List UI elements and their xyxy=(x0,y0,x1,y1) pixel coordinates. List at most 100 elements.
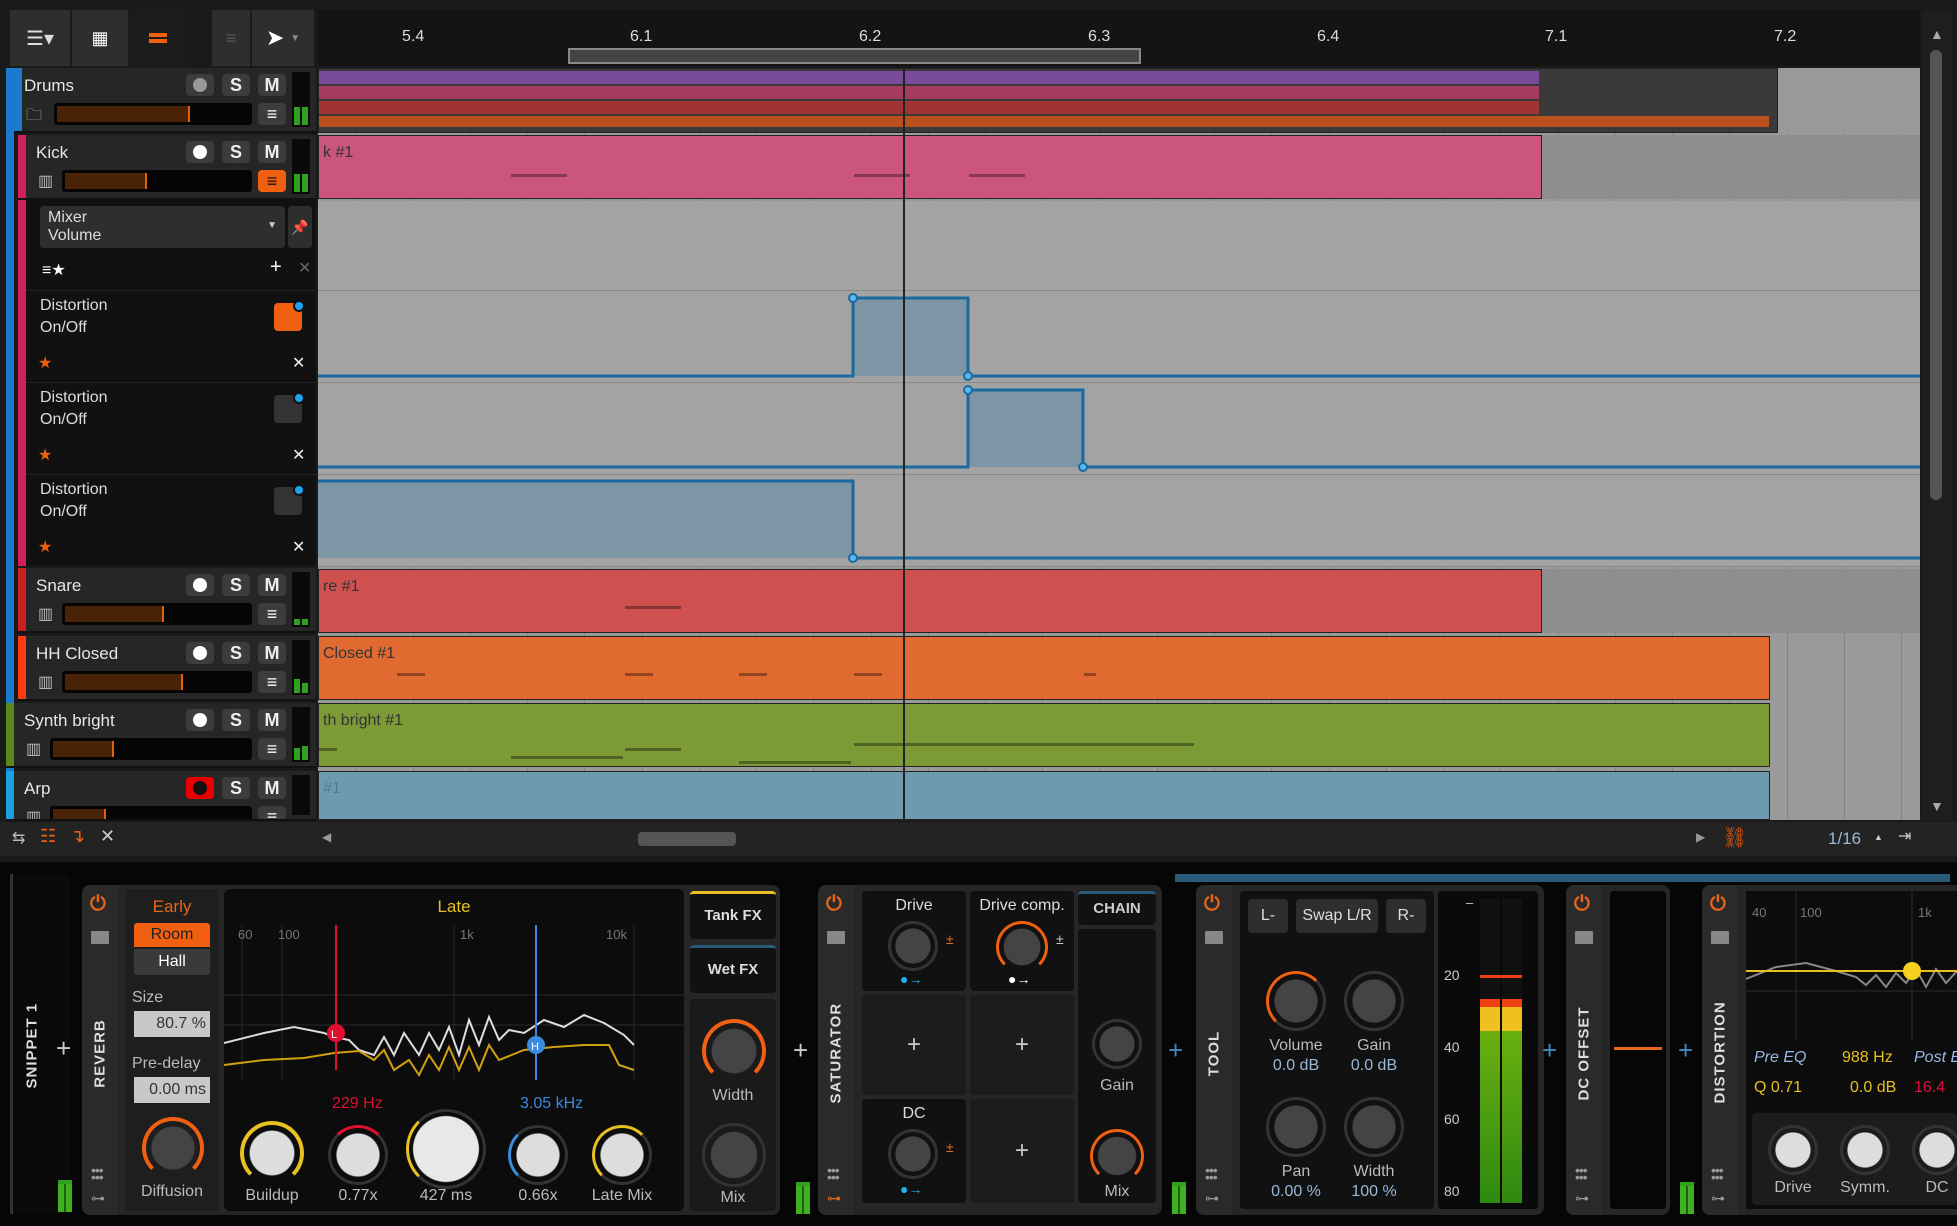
close-icon[interactable]: ✕ xyxy=(292,445,305,465)
room-button[interactable]: Room xyxy=(134,923,210,947)
solo-button[interactable]: S xyxy=(222,709,250,731)
pin-button[interactable]: 📌 xyxy=(288,206,312,248)
volume-slider[interactable] xyxy=(62,603,252,625)
horizontal-scrollbar[interactable] xyxy=(638,832,736,846)
track-header[interactable]: HH Closed S M ▥ ≡ xyxy=(18,636,316,701)
track-name[interactable]: Arp xyxy=(24,779,50,799)
track-menu-button[interactable]: ≡ xyxy=(258,170,286,192)
folder-icon[interactable] xyxy=(91,931,109,944)
size-field[interactable]: 80.7 % xyxy=(134,1011,210,1037)
add-automation-button[interactable]: + xyxy=(270,256,282,279)
track-menu-button[interactable]: ≡ xyxy=(258,738,286,760)
track-menu-button[interactable]: ≡ xyxy=(258,806,286,819)
modulation-routing-icon[interactable]: ●→ xyxy=(1008,971,1030,987)
drive-knob[interactable] xyxy=(888,921,938,971)
record-arm-button[interactable] xyxy=(186,709,214,731)
mute-button[interactable]: M xyxy=(258,141,286,163)
close-icon[interactable]: ✕ xyxy=(100,826,115,847)
track-header[interactable]: Kick S M ▥ ≡ xyxy=(18,135,316,200)
clip-synth-bright[interactable]: th bright #1 xyxy=(318,703,1770,767)
grid-dots-icon[interactable]: ••• ••• xyxy=(827,1163,840,1184)
gain-knob[interactable] xyxy=(1092,1019,1142,1069)
modulator-icon[interactable]: ⊶ xyxy=(1711,1190,1725,1207)
mute-button[interactable]: M xyxy=(258,642,286,664)
grid-dots-icon[interactable]: ••• ••• xyxy=(1205,1163,1218,1184)
folder-icon[interactable] xyxy=(1575,931,1593,944)
snap-icon[interactable]: ⇥ xyxy=(1898,826,1911,846)
view-options-button[interactable]: ☰▾ xyxy=(10,10,70,66)
clip-hh-closed[interactable]: Closed #1 xyxy=(318,636,1770,700)
mute-button[interactable]: M xyxy=(258,574,286,596)
on-off-toggle[interactable] xyxy=(274,392,305,423)
power-icon[interactable]: ⏻ xyxy=(1204,893,1220,916)
modulation-routing-icon[interactable]: ●→ xyxy=(900,971,922,987)
star-icon[interactable]: ★ xyxy=(38,537,52,557)
dc-knob[interactable] xyxy=(1912,1125,1957,1175)
track-name[interactable]: Snare xyxy=(36,576,81,596)
star-icon[interactable]: ★ xyxy=(38,445,52,465)
solo-button[interactable]: S xyxy=(222,642,250,664)
folder-icon[interactable] xyxy=(1205,931,1223,944)
invert-right-button[interactable]: R- xyxy=(1386,899,1426,933)
gain-knob[interactable] xyxy=(1344,971,1404,1031)
grid-view-button[interactable]: ▦ xyxy=(72,10,128,66)
star-icon[interactable]: ★ xyxy=(38,353,52,373)
scroll-left-icon[interactable]: ◀ xyxy=(322,830,331,844)
timeline-ruler[interactable]: 5.4 6.1 6.2 6.3 6.4 7.1 7.2 xyxy=(318,10,1920,66)
solo-button[interactable]: S xyxy=(222,74,250,96)
drive-knob[interactable] xyxy=(1768,1125,1818,1175)
mute-button[interactable]: M xyxy=(258,74,286,96)
volume-slider[interactable] xyxy=(62,170,252,192)
dc-offset-slider[interactable] xyxy=(1610,891,1666,1209)
scroll-up-icon[interactable]: ▲ xyxy=(1930,26,1944,42)
close-icon[interactable]: ✕ xyxy=(292,353,305,373)
eq-q-value[interactable]: Q 0.71 xyxy=(1754,1079,1802,1097)
folder-icon[interactable] xyxy=(827,931,845,944)
add-device-button[interactable]: + xyxy=(793,1035,808,1066)
predelay-field[interactable]: 0.00 ms xyxy=(134,1077,210,1103)
eq-freq-value[interactable]: 988 Hz xyxy=(1842,1049,1893,1067)
scroll-right-icon[interactable]: ▶ xyxy=(1696,830,1705,844)
add-device-button[interactable]: + xyxy=(1678,1035,1693,1066)
late-mix-knob[interactable] xyxy=(592,1125,652,1185)
track-header[interactable]: Snare S M ▥ ≡ xyxy=(18,568,316,633)
low-mult-knob[interactable] xyxy=(328,1125,388,1185)
track-header[interactable]: Synth bright S M ▥ ≡ xyxy=(6,703,316,768)
pointer-tool-button[interactable]: ➤ ▼ xyxy=(252,10,314,66)
volume-slider[interactable] xyxy=(54,103,252,125)
grid-dots-icon[interactable]: ••• ••• xyxy=(1711,1163,1724,1184)
link-icon[interactable]: ⛓ xyxy=(1722,825,1747,850)
add-slot-button[interactable]: + xyxy=(970,995,1074,1095)
track-menu-button[interactable]: ≡ xyxy=(258,671,286,693)
automation-lane-header[interactable]: Distortion On/Off ★ ✕ xyxy=(26,474,316,566)
distortion-eq-display[interactable]: 40 100 1k xyxy=(1746,891,1957,1041)
width-knob[interactable] xyxy=(702,1019,766,1083)
symmetry-knob[interactable] xyxy=(1840,1125,1890,1175)
add-slot-button[interactable]: + xyxy=(862,995,966,1095)
loop-region[interactable] xyxy=(568,48,1141,64)
mixer-toggle-icon[interactable]: ⇆ xyxy=(12,828,25,848)
track-name[interactable]: HH Closed xyxy=(36,644,118,664)
add-device-button[interactable]: + xyxy=(1542,1035,1557,1066)
solo-button[interactable]: S xyxy=(222,141,250,163)
layout-icon[interactable]: ☷ xyxy=(40,826,56,847)
solo-button[interactable]: S xyxy=(222,574,250,596)
grid-dots-icon[interactable]: ••• ••• xyxy=(1575,1163,1588,1184)
automation-parameter-selector[interactable]: Mixer Volume ▼ xyxy=(40,206,285,248)
mute-button[interactable]: M xyxy=(258,777,286,799)
eq-gain-value[interactable]: 0.0 dB xyxy=(1850,1079,1896,1097)
pan-knob[interactable] xyxy=(1266,1097,1326,1157)
automation-lane-header[interactable]: Distortion On/Off ★ ✕ xyxy=(26,290,316,382)
volume-slider[interactable] xyxy=(50,738,252,760)
grid-dots-icon[interactable]: ••• ••• xyxy=(91,1163,104,1184)
volume-slider[interactable] xyxy=(50,806,252,819)
add-device-button[interactable]: + xyxy=(1168,1035,1183,1066)
volume-slider[interactable] xyxy=(62,671,252,693)
power-icon[interactable]: ⏻ xyxy=(1710,893,1726,916)
automation-lane-header[interactable]: Distortion On/Off ★ ✕ xyxy=(26,382,316,474)
decay-knob[interactable] xyxy=(406,1109,486,1189)
track-list-button[interactable]: ≡ xyxy=(212,10,250,66)
chain-button[interactable]: CHAIN xyxy=(1078,891,1156,925)
modulator-icon[interactable]: ⊶ xyxy=(1575,1190,1589,1207)
hall-button[interactable]: Hall xyxy=(134,949,210,975)
